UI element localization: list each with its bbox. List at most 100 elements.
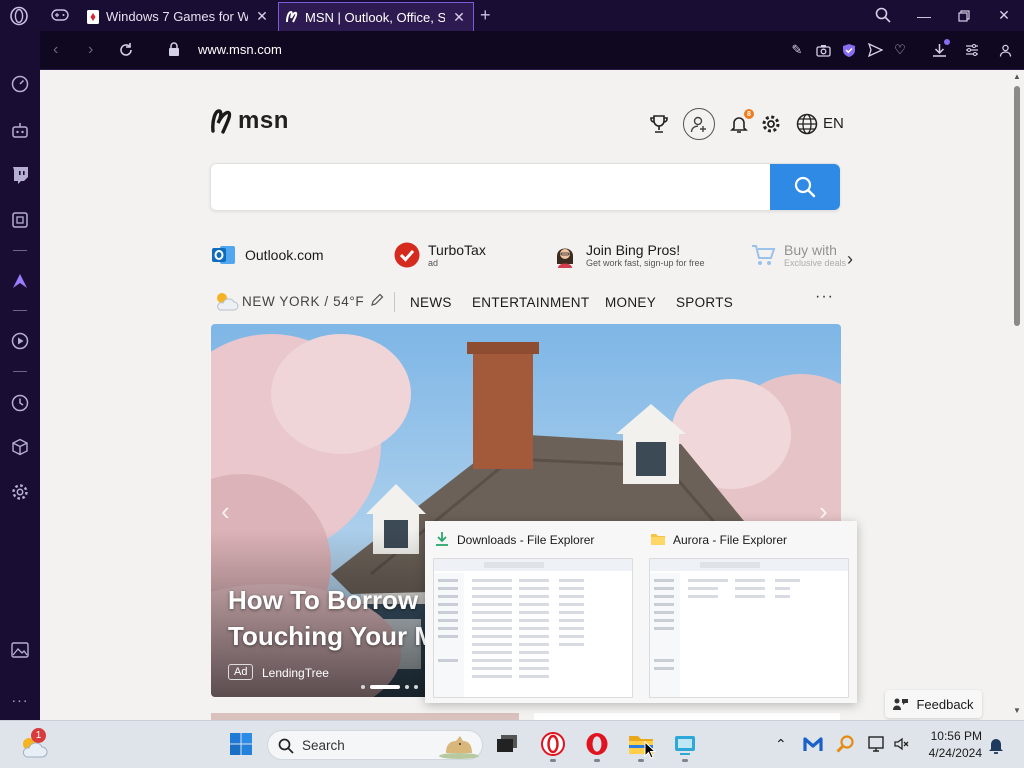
nav-sports[interactable]: SPORTS <box>676 295 733 310</box>
quick-links-next-icon[interactable]: › <box>847 249 853 270</box>
carousel-prev-icon[interactable]: ‹ <box>221 496 230 527</box>
settings-gear-icon[interactable] <box>760 113 782 135</box>
scrollbar-thumb[interactable] <box>1014 86 1020 326</box>
partly-sunny-weather-icon[interactable] <box>212 289 240 313</box>
close-tab-icon[interactable]: ✕ <box>254 8 270 25</box>
wallpaper-icon[interactable] <box>10 640 30 660</box>
opera-sidebar: ··· <box>0 31 40 720</box>
nav-entertainment[interactable]: ENTERTAINMENT <box>472 295 589 310</box>
web-search-input[interactable] <box>210 163 840 211</box>
easy-setup-icon[interactable] <box>964 42 980 58</box>
close-tab-icon[interactable]: ✕ <box>451 9 467 26</box>
carousel-dot[interactable] <box>414 685 418 689</box>
search-button[interactable] <box>770 164 840 210</box>
weather-location[interactable]: NEW YORK / 54°F <box>242 294 364 309</box>
restore-button[interactable] <box>944 0 984 31</box>
news-card-left[interactable] <box>211 713 519 720</box>
malwarebytes-tray-icon[interactable] <box>803 735 823 758</box>
tab-msn[interactable]: MSN | Outlook, Office, Skyp ✕ <box>278 2 474 31</box>
opera-taskbar-icon[interactable] <box>540 731 566 757</box>
lock-icon[interactable] <box>168 42 180 58</box>
player-icon[interactable] <box>10 331 30 351</box>
twitch-icon[interactable] <box>10 165 30 185</box>
quick-link-bing-pros[interactable]: Join Bing Pros! Get work fast, sign-up f… <box>552 242 705 268</box>
quick-link-buy-with[interactable]: Buy with Exclusive deals <box>750 242 846 268</box>
carousel-dot[interactable] <box>405 685 409 689</box>
more-sidebar-icon[interactable]: ··· <box>10 690 30 710</box>
profile-icon[interactable] <box>997 42 1013 58</box>
rewards-trophy-icon[interactable] <box>648 113 670 135</box>
news-card-right[interactable] <box>534 713 840 720</box>
scroll-up-arrow-icon[interactable]: ▲ <box>1013 72 1021 81</box>
url-field[interactable]: www.msn.com <box>198 42 282 57</box>
camera-icon[interactable] <box>815 42 831 58</box>
carousel-dots <box>361 685 418 689</box>
taskbar-clock-date[interactable]: 4/24/2024 <box>920 746 982 760</box>
quick-link-turbotax[interactable]: TurboTax ad <box>394 242 486 268</box>
gx-corner-icon[interactable] <box>10 210 30 230</box>
msn-logo[interactable]: msn <box>210 107 289 135</box>
turbotax-icon <box>394 242 420 268</box>
minimize-button[interactable]: — <box>904 0 944 31</box>
taskbar-clock-time[interactable]: 10:56 PM <box>930 729 982 743</box>
carousel-dot[interactable] <box>361 685 365 689</box>
edit-icon[interactable]: ✎ <box>789 42 805 58</box>
logo-text: msn <box>238 107 289 134</box>
page-scrollbar[interactable]: ▲ ▼ <box>1011 70 1024 720</box>
display-tray-icon[interactable] <box>868 735 886 758</box>
nav-divider <box>394 292 395 312</box>
sidebar-divider <box>13 310 27 311</box>
quick-link-subtitle: ad <box>428 258 439 268</box>
preview-thumbnail[interactable] <box>649 558 849 698</box>
search-icon <box>278 738 294 754</box>
notification-bell-icon[interactable] <box>987 735 1005 760</box>
network-speaker-tray-icon[interactable] <box>893 735 911 758</box>
send-icon[interactable] <box>867 42 883 58</box>
settings-gear-icon[interactable] <box>10 482 30 502</box>
reload-button[interactable] <box>118 42 134 58</box>
search-tray-icon[interactable] <box>836 735 854 758</box>
notification-count-badge: 8 <box>744 109 754 119</box>
folder-icon <box>651 534 665 545</box>
aria-robot-icon[interactable] <box>10 120 30 140</box>
widget-notification-badge: 1 <box>31 728 46 743</box>
new-tab-icon[interactable]: + <box>480 5 491 26</box>
extensions-cube-icon[interactable] <box>10 437 30 457</box>
history-icon[interactable] <box>10 393 30 413</box>
preview-thumbnail[interactable] <box>433 558 633 698</box>
language-selector[interactable]: EN <box>823 115 844 132</box>
tab-search-icon[interactable] <box>875 7 891 23</box>
preview-downloads[interactable]: Downloads - File Explorer <box>425 521 641 703</box>
globe-language-icon[interactable] <box>796 113 818 135</box>
preview-aurora[interactable]: Aurora - File Explorer <box>641 521 857 703</box>
aria-ai-icon[interactable] <box>10 271 30 291</box>
scroll-down-arrow-icon[interactable]: ▼ <box>1013 706 1021 715</box>
nav-news[interactable]: NEWS <box>410 295 452 310</box>
opera-gx-taskbar-icon[interactable] <box>584 731 610 757</box>
heart-icon[interactable]: ♡ <box>892 42 908 58</box>
quick-link-title: Outlook.com <box>245 247 324 263</box>
settings-app-taskbar-icon[interactable] <box>672 731 698 757</box>
taskbar-search-box[interactable]: Search <box>267 730 483 760</box>
sign-in-avatar-button[interactable] <box>683 108 715 140</box>
tab-windows-games[interactable]: Windows 7 Games for Win ✕ <box>80 2 276 31</box>
show-hidden-icons-chevron-icon[interactable]: ⌃ <box>775 736 787 753</box>
forward-button[interactable]: › <box>88 41 93 59</box>
ad-source[interactable]: LendingTree <box>262 666 329 680</box>
nav-money[interactable]: MONEY <box>605 295 656 310</box>
feedback-button[interactable]: Feedback <box>885 690 982 718</box>
opera-menu-icon[interactable] <box>9 6 29 26</box>
close-window-button[interactable]: ✕ <box>984 0 1024 31</box>
task-view-icon[interactable] <box>494 731 520 757</box>
edit-location-icon[interactable] <box>370 293 384 312</box>
quick-link-outlook[interactable]: Outlook.com <box>211 242 324 268</box>
start-windows-icon[interactable] <box>228 731 254 757</box>
more-menu-button[interactable]: ··· <box>815 288 834 306</box>
speed-dial-icon[interactable] <box>10 74 30 94</box>
shopping-cart-icon <box>752 245 776 265</box>
tab-title: Windows 7 Games for Win <box>106 9 248 24</box>
vpn-shield-icon[interactable] <box>841 42 857 58</box>
carousel-dot-active[interactable] <box>370 685 400 689</box>
game-controller-icon[interactable] <box>51 8 69 24</box>
back-button[interactable]: ‹ <box>53 41 58 59</box>
